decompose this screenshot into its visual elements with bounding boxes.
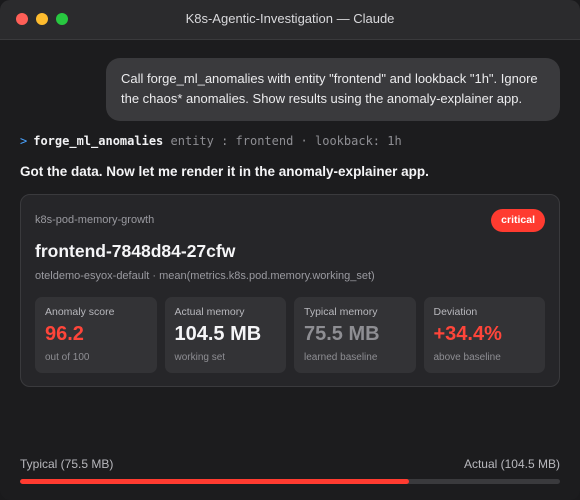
user-message: Call forge_ml_anomalies with entity "fro… — [106, 58, 560, 121]
stats-row: Anomaly score 96.2 out of 100 Actual mem… — [35, 297, 545, 373]
stat-label: Anomaly score — [45, 306, 115, 318]
window-title: K8s-Agentic-Investigation — Claude — [185, 11, 395, 26]
stat-value: 75.5 MB — [304, 323, 380, 345]
pod-name: frontend-7848d84-27cfw — [35, 241, 236, 261]
tool-call-args: entity : frontend · lookback: 1h — [170, 134, 402, 148]
tool-call-chevron-icon: > — [20, 134, 28, 148]
stat-sub: above baseline — [433, 352, 501, 363]
stat-sub: learned baseline — [304, 352, 378, 363]
anomaly-kind: k8s-pod-memory-growth — [35, 214, 155, 226]
assistant-message: Got the data. Now let me render it in th… — [20, 164, 429, 179]
stat-label: Typical memory — [304, 306, 378, 318]
actual-label: Actual (104.5 MB) — [463, 457, 560, 471]
stat-label: Deviation — [433, 306, 478, 318]
comparison-bar-track — [20, 479, 560, 484]
stat-value: 104.5 MB — [174, 323, 262, 345]
stat-value: +34.4% — [433, 323, 502, 345]
app-window: K8s-Agentic-Investigation — Claude Call … — [0, 0, 580, 500]
metric-path: oteldemo-esyox-default · mean(metrics.k8… — [35, 270, 375, 282]
typical-label: Typical (75.5 MB) — [20, 457, 114, 471]
stat-anomaly-score: Anomaly score 96.2 out of 100 — [35, 297, 157, 373]
comparison-bar-fill — [20, 479, 409, 484]
tool-call-name: forge_ml_anomalies — [33, 134, 164, 148]
severity-badge: critical — [491, 209, 545, 232]
comparison-bar-labels: Typical (75.5 MB) Actual (104.5 MB) — [20, 457, 560, 471]
stat-typical-memory: Typical memory 75.5 MB learned baseline — [294, 297, 416, 373]
stat-value: 96.2 — [45, 323, 84, 345]
title-bar: K8s-Agentic-Investigation — Claude — [0, 0, 580, 40]
tool-call-line[interactable]: > forge_ml_anomalies entity : frontend · … — [20, 134, 402, 148]
stat-deviation: Deviation +34.4% above baseline — [423, 297, 545, 373]
stat-actual-memory: Actual memory 104.5 MB working set — [164, 297, 286, 373]
anomaly-card: k8s-pod-memory-growth critical frontend-… — [20, 194, 560, 387]
stat-sub: out of 100 — [45, 352, 90, 363]
stat-label: Actual memory — [174, 306, 245, 318]
stat-sub: working set — [174, 352, 226, 363]
